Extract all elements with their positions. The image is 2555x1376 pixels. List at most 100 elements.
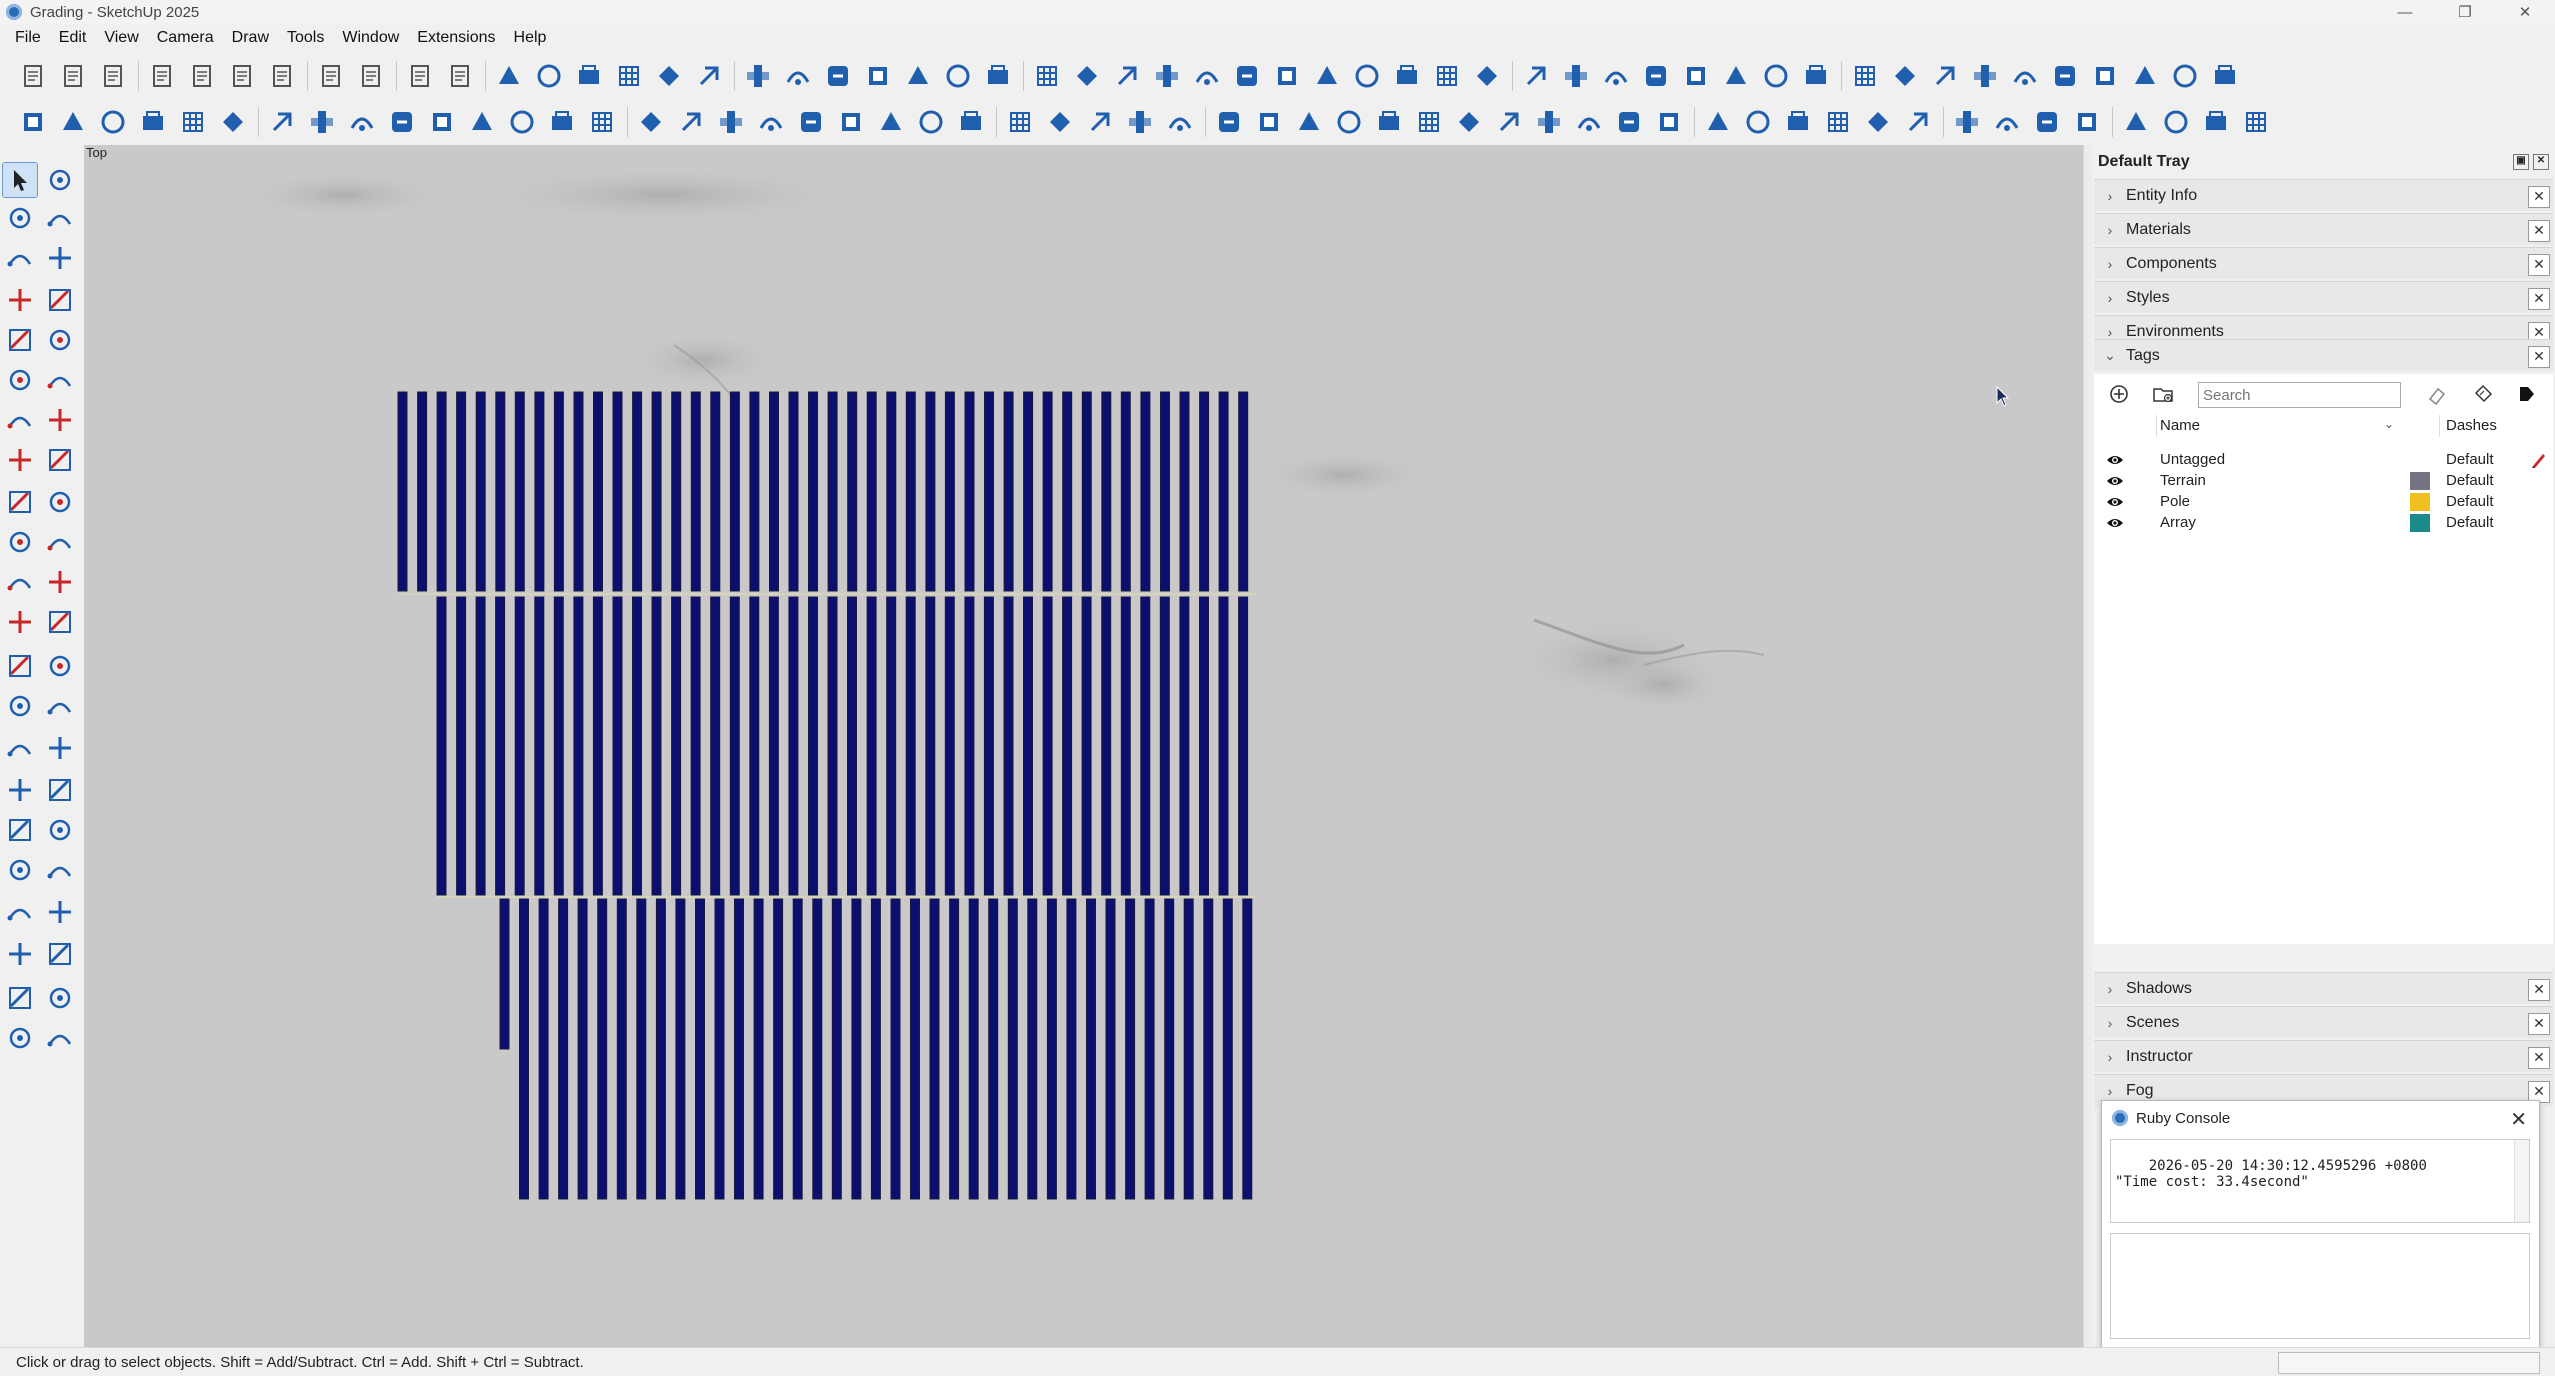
document-icon[interactable] bbox=[2241, 107, 2271, 137]
menu-extensions[interactable]: Extensions bbox=[408, 29, 504, 47]
tag-dashes[interactable]: Default bbox=[2446, 451, 2494, 468]
rotated-rect-icon[interactable] bbox=[42, 322, 78, 358]
panel-tags[interactable]: ⌄ Tags ✕ bbox=[2094, 339, 2553, 371]
pv-row[interactable] bbox=[534, 391, 545, 592]
rotate-icon[interactable] bbox=[2, 524, 38, 560]
panel-scenes[interactable]: › Scenes ✕ bbox=[2094, 1006, 2553, 1038]
model-viewport[interactable]: Top bbox=[84, 145, 2083, 1347]
tag-name[interactable]: Array bbox=[2160, 514, 2196, 531]
pv-row[interactable] bbox=[632, 391, 643, 592]
flow-chart-icon[interactable] bbox=[1214, 107, 1244, 137]
panel-icon[interactable] bbox=[267, 107, 297, 137]
pv-row[interactable] bbox=[436, 596, 447, 896]
grid-lock-icon[interactable] bbox=[1494, 107, 1524, 137]
house-icon[interactable] bbox=[1032, 61, 1062, 91]
pv-row[interactable] bbox=[397, 391, 408, 592]
visibility-eye-icon[interactable] bbox=[2106, 494, 2124, 510]
pv-row[interactable] bbox=[983, 596, 994, 896]
pv-row[interactable] bbox=[773, 898, 784, 1200]
image-edit-icon[interactable] bbox=[1254, 107, 1284, 137]
back-view-icon[interactable] bbox=[654, 61, 684, 91]
pv-row[interactable] bbox=[1023, 596, 1033, 896]
pv-row[interactable] bbox=[944, 391, 955, 592]
tree2-icon[interactable] bbox=[1152, 61, 1182, 91]
pv-row[interactable] bbox=[573, 596, 584, 896]
hidden-line-icon[interactable] bbox=[863, 61, 893, 91]
pv-row[interactable] bbox=[1140, 596, 1151, 896]
menu-icon[interactable] bbox=[18, 107, 48, 137]
pie-icon[interactable] bbox=[2, 442, 38, 478]
pv-row[interactable] bbox=[988, 898, 999, 1200]
visibility-eye-icon[interactable] bbox=[2106, 473, 2124, 489]
solar-array-group[interactable] bbox=[397, 391, 1256, 1200]
pv-row[interactable] bbox=[710, 391, 721, 592]
chevron-right-icon[interactable]: › bbox=[2100, 1049, 2120, 1065]
sliders-icon[interactable] bbox=[1414, 107, 1444, 137]
pv-row[interactable] bbox=[890, 898, 901, 1200]
panel-shadows[interactable]: › Shadows ✕ bbox=[2094, 972, 2553, 1004]
layers-icon[interactable] bbox=[1045, 107, 1075, 137]
save-icon[interactable] bbox=[98, 61, 128, 91]
pv-row[interactable] bbox=[1101, 391, 1112, 592]
angle-icon[interactable] bbox=[1561, 61, 1591, 91]
pipe-icon[interactable] bbox=[587, 107, 617, 137]
chevron-right-icon[interactable]: › bbox=[2100, 188, 2120, 204]
shaded-textures-icon[interactable] bbox=[943, 61, 973, 91]
pv-row[interactable] bbox=[495, 596, 506, 896]
print-icon[interactable] bbox=[405, 61, 435, 91]
pointer-icon[interactable] bbox=[1294, 107, 1324, 137]
arc3-icon[interactable] bbox=[42, 442, 78, 478]
menu-draw[interactable]: Draw bbox=[223, 29, 278, 47]
pv-row[interactable] bbox=[870, 898, 881, 1200]
group-icon[interactable] bbox=[1743, 107, 1773, 137]
chevron-right-icon[interactable]: › bbox=[2100, 290, 2120, 306]
add-folder-icon[interactable] bbox=[2150, 381, 2176, 407]
calculator-icon[interactable] bbox=[1374, 107, 1404, 137]
globe-icon[interactable] bbox=[98, 107, 128, 137]
pv-row[interactable] bbox=[632, 596, 642, 896]
pv-row[interactable] bbox=[553, 391, 564, 592]
pv-row[interactable] bbox=[1023, 391, 1034, 592]
axis-icon[interactable] bbox=[1005, 107, 1035, 137]
column-dashes[interactable]: Dashes bbox=[2446, 417, 2497, 434]
pv-row[interactable] bbox=[1007, 898, 1018, 1200]
sandbox-icon[interactable] bbox=[2, 980, 38, 1016]
visibility-eye-icon[interactable] bbox=[2106, 452, 2124, 468]
pv-row[interactable] bbox=[1062, 391, 1073, 592]
pv-row[interactable] bbox=[729, 596, 740, 896]
back-edges-icon[interactable] bbox=[783, 61, 813, 91]
panel-components[interactable]: › Components ✕ bbox=[2094, 247, 2553, 279]
pv-row[interactable] bbox=[984, 391, 994, 592]
measurements-box[interactable] bbox=[2278, 1352, 2540, 1374]
restore-button[interactable]: ❐ bbox=[2435, 0, 2495, 24]
follow-me-icon[interactable] bbox=[42, 524, 78, 560]
previous-view-icon[interactable] bbox=[42, 852, 78, 888]
zoom-pan-icon[interactable] bbox=[756, 107, 786, 137]
section-plane-icon[interactable] bbox=[2, 772, 38, 808]
pv-row[interactable] bbox=[636, 898, 647, 1200]
pv-row[interactable] bbox=[417, 391, 428, 592]
pv-row[interactable] bbox=[499, 898, 510, 1050]
help-icon[interactable] bbox=[1823, 107, 1853, 137]
pv-row[interactable] bbox=[616, 898, 627, 1200]
pv-row[interactable] bbox=[577, 898, 588, 1200]
windmill-icon[interactable] bbox=[1192, 61, 1222, 91]
pv-row[interactable] bbox=[808, 391, 818, 592]
tag-dashes[interactable]: Default bbox=[2446, 493, 2494, 510]
pv-row[interactable] bbox=[612, 596, 623, 896]
pv-row[interactable] bbox=[1159, 596, 1170, 896]
stamp-icon[interactable] bbox=[42, 1020, 78, 1056]
tag-name[interactable]: Terrain bbox=[2160, 472, 2206, 489]
pv-row[interactable] bbox=[847, 391, 858, 592]
pv-row[interactable] bbox=[749, 391, 760, 592]
pv-row[interactable] bbox=[788, 391, 799, 592]
flow-icon[interactable] bbox=[2130, 61, 2160, 91]
color-by-tag-icon[interactable] bbox=[2470, 381, 2496, 407]
pv-row[interactable] bbox=[1120, 596, 1131, 896]
tag-eraser-icon[interactable] bbox=[42, 240, 78, 276]
scale-icon[interactable] bbox=[2, 564, 38, 600]
grid-panel-icon[interactable] bbox=[347, 107, 377, 137]
pv-row[interactable] bbox=[1120, 391, 1131, 592]
menu-camera[interactable]: Camera bbox=[148, 29, 223, 47]
position-camera-icon[interactable] bbox=[2, 894, 38, 930]
